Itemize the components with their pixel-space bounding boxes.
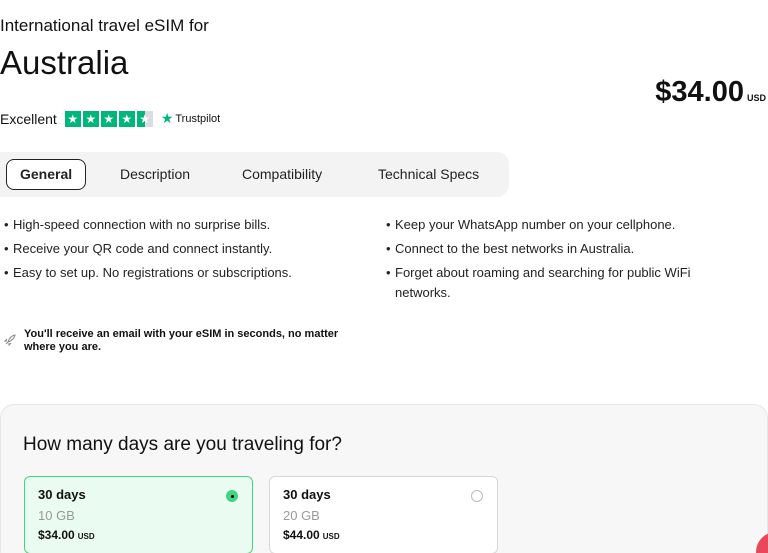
page-title: Australia <box>0 44 129 81</box>
tab-compatibility[interactable]: Compatibility <box>242 159 322 190</box>
plan-data: 20 GB <box>283 508 320 523</box>
plan-question: How many days are you traveling for? <box>23 434 342 455</box>
plan-price-amount: $44.00 <box>283 528 320 542</box>
radio-selected-icon[interactable] <box>226 490 238 502</box>
feature-item: Connect to the best networks in Australi… <box>386 239 746 259</box>
plan-price-currency: USD <box>322 532 340 541</box>
email-notice: You'll receive an email with your eSIM i… <box>3 328 354 354</box>
feature-item: Forget about roaming and searching for p… <box>386 263 746 303</box>
features-list-left: High-speed connection with no surprise b… <box>4 215 364 287</box>
star-icon: ★ <box>118 110 135 127</box>
star-icon: ★ <box>82 110 99 127</box>
feature-item: High-speed connection with no surprise b… <box>4 215 364 235</box>
half-star-icon: ★ <box>136 110 153 127</box>
plan-option[interactable]: 30 days 20 GB $44.00 USD <box>269 476 498 553</box>
trustpilot-rating[interactable]: Excellent ★ ★ ★ ★ ★ ★ Trustpilot <box>0 110 220 127</box>
star-icon: ★ <box>64 110 81 127</box>
plan-price-amount: $34.00 <box>38 528 75 542</box>
features-list-right: Keep your WhatsApp number on your cellph… <box>386 215 746 307</box>
price-amount: $34.00 <box>655 76 744 108</box>
feature-item: Receive your QR code and connect instant… <box>4 239 364 259</box>
trustpilot-label: Trustpilot <box>175 112 221 125</box>
notice-text: You'll receive an email with your eSIM i… <box>24 328 339 353</box>
radio-unselected-icon[interactable] <box>471 490 483 502</box>
feature-item: Keep your WhatsApp number on your cellph… <box>386 215 746 235</box>
trustpilot-star-icon: ★ <box>160 110 174 126</box>
plan-days: 30 days <box>38 487 86 502</box>
tab-technical-specs[interactable]: Technical Specs <box>378 159 479 190</box>
plan-price: $34.00 USD <box>38 528 239 542</box>
plan-price-currency: USD <box>77 532 95 541</box>
rocket-icon <box>3 334 16 349</box>
tab-bar: General Description Compatibility Techni… <box>0 152 509 197</box>
tab-description[interactable]: Description <box>120 159 190 190</box>
trustpilot-logo: ★ Trustpilot <box>161 110 220 127</box>
feature-item: Easy to set up. No registrations or subs… <box>4 263 364 283</box>
tab-general[interactable]: General <box>6 159 87 190</box>
rating-stars: ★ ★ ★ ★ ★ <box>64 110 153 127</box>
plan-data: 10 GB <box>38 508 75 523</box>
price-display: $34.00 USD <box>655 76 766 109</box>
plan-days: 30 days <box>283 487 331 502</box>
plan-option[interactable]: 30 days 10 GB $34.00 USD <box>24 476 253 553</box>
star-icon: ★ <box>100 110 117 127</box>
price-currency: USD <box>746 93 766 103</box>
page-subtitle: International travel eSIM for <box>0 16 209 35</box>
rating-label: Excellent <box>0 110 57 127</box>
plan-price: $44.00 USD <box>283 528 484 542</box>
